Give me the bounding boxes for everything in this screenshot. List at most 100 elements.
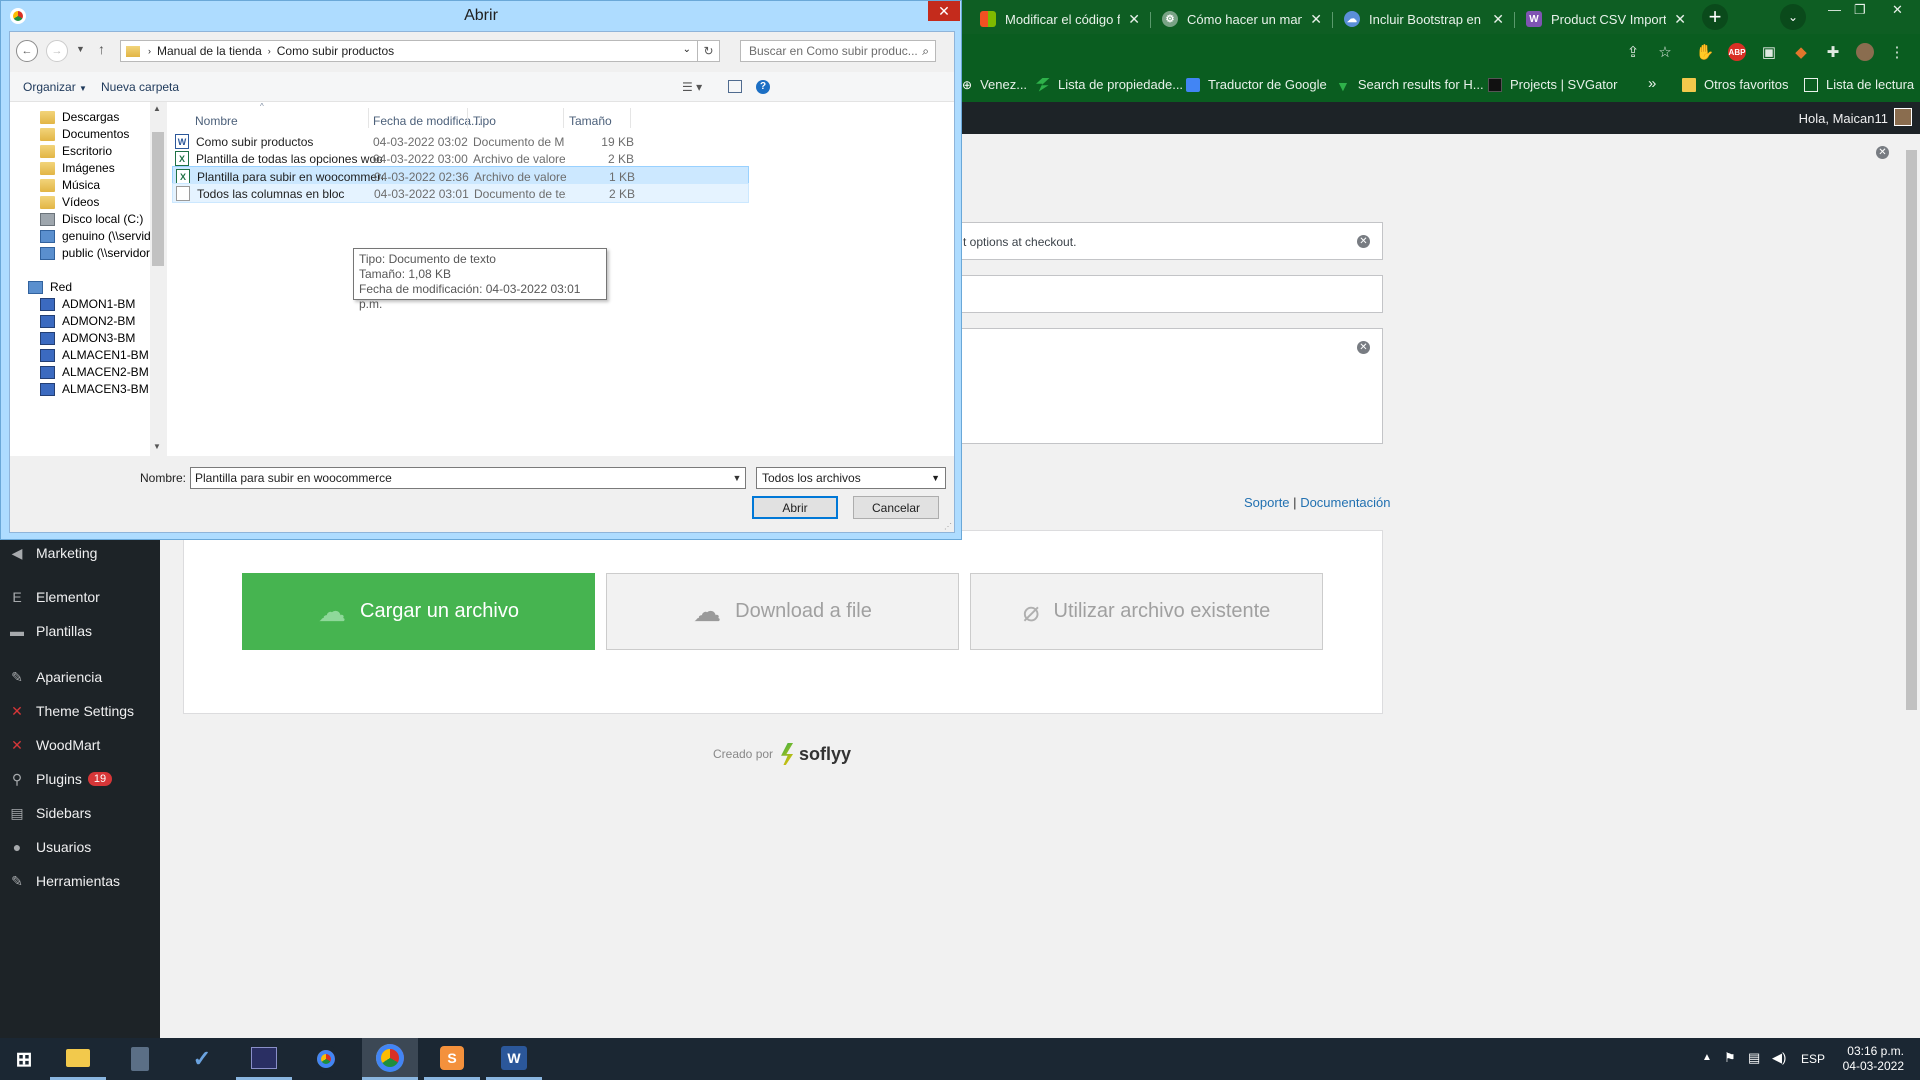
nav-tree-item[interactable]: public (\\servidor [40, 246, 150, 260]
flag-icon[interactable]: ⚑ [1724, 1050, 1736, 1066]
browser-tab[interactable]: Modificar el código fue ✕ [970, 4, 1150, 34]
admin-menu-item[interactable]: ✕ WoodMart [0, 728, 160, 762]
bookmark-item[interactable]: Lista de propiedade... [1036, 77, 1183, 92]
restore-icon[interactable]: ❐ [1854, 2, 1866, 18]
column-header-name[interactable]: Nombre [195, 114, 238, 128]
adblock-icon[interactable]: ABP [1728, 43, 1746, 61]
admin-menu-item[interactable]: ⚲ Plugins 19 [0, 762, 160, 796]
new-tab-button[interactable]: + [1702, 4, 1728, 30]
admin-menu-item[interactable]: ▬ Plantillas [0, 614, 160, 648]
extensions-puzzle-icon[interactable]: ✚ [1824, 43, 1842, 61]
close-tab-icon[interactable]: ✕ [1492, 11, 1504, 28]
admin-menu-item[interactable]: E Elementor [0, 580, 160, 614]
search-input[interactable]: Buscar en Como subir produc... ⌕ [740, 40, 936, 62]
taskbar-app[interactable] [298, 1038, 354, 1080]
column-divider[interactable] [368, 108, 369, 128]
taskbar-app[interactable] [362, 1038, 418, 1080]
start-button[interactable]: ⊞ [0, 1038, 48, 1080]
up-folder-icon[interactable]: ↑ [98, 41, 105, 57]
column-header-size[interactable]: Tamaño [569, 114, 612, 128]
taskbar-app[interactable] [112, 1038, 168, 1080]
nav-tree-item[interactable]: ADMON2-BM [40, 314, 135, 328]
breadcrumb[interactable]: Como subir productos [277, 44, 394, 58]
help-icon[interactable]: ? [756, 80, 770, 94]
filename-input[interactable]: Plantilla para subir en woocommerce [190, 467, 746, 489]
preview-pane-icon[interactable] [728, 80, 742, 93]
reading-list-button[interactable]: Lista de lectura [1804, 77, 1914, 92]
open-button[interactable]: Abrir [752, 496, 838, 519]
browser-tab[interactable]: ⚙ Cómo hacer un manual ✕ [1152, 4, 1332, 34]
browser-tab[interactable]: W Product CSV Importer ✕ [1516, 4, 1696, 34]
nav-tree-item[interactable]: Red [28, 280, 72, 294]
chevron-down-icon[interactable]: ⌄ [683, 44, 691, 55]
forward-button[interactable]: → [46, 40, 68, 62]
recent-locations-icon[interactable]: ▼ [76, 44, 85, 54]
breadcrumb[interactable]: Manual de la tienda [157, 44, 262, 58]
file-type-select[interactable]: Todos los archivos ▼ [756, 467, 946, 489]
address-bar[interactable]: › Manual de la tienda › Como subir produ… [120, 40, 698, 62]
bookmark-item[interactable]: Traductor de Google [1186, 77, 1327, 92]
admin-menu-item[interactable]: ✎ Herramientas [0, 864, 160, 898]
close-window-icon[interactable]: ✕ [1892, 2, 1903, 18]
profile-avatar[interactable] [1856, 43, 1874, 61]
nav-tree-item[interactable]: genuino (\\servid [40, 229, 151, 243]
nav-tree-item[interactable]: ADMON1-BM [40, 297, 135, 311]
admin-menu-item[interactable]: ✎ Apariencia [0, 660, 160, 694]
kebab-menu-icon[interactable]: ⋮ [1888, 43, 1906, 61]
nav-tree-item[interactable]: Documentos [40, 127, 129, 141]
bookmark-item[interactable]: ⊕ Venez... [962, 77, 1027, 92]
upload-file-button[interactable]: ☁ Cargar un archivo [242, 573, 595, 650]
more-bookmarks-icon[interactable]: » [1648, 75, 1656, 92]
nav-tree-item[interactable]: Escritorio [40, 144, 112, 158]
close-tab-icon[interactable]: ✕ [1310, 11, 1322, 28]
file-row[interactable]: Todos las columnas en bloc 04-03-2022 03:… [172, 183, 749, 203]
column-header-type[interactable]: Tipo [473, 114, 496, 128]
bookmark-item[interactable]: ▼ Search results for H... [1336, 77, 1484, 94]
user-greeting[interactable]: Hola, Maican11 [1799, 111, 1888, 126]
soflyy-logo[interactable]: soflyy [781, 743, 851, 765]
documentation-link[interactable]: Documentación [1300, 495, 1390, 510]
dismiss-notice-icon[interactable]: ✕ [1357, 235, 1370, 248]
language-indicator[interactable]: ESP [1801, 1052, 1825, 1066]
nav-tree-item[interactable]: Descargas [40, 110, 119, 124]
metamask-icon[interactable]: ◆ [1792, 43, 1810, 61]
admin-menu-item[interactable]: ▤ Sidebars [0, 796, 160, 830]
extension-car-icon[interactable]: ▣ [1760, 43, 1778, 61]
nav-tree-item[interactable]: ADMON3-BM [40, 331, 135, 345]
close-tab-icon[interactable]: ✕ [1674, 11, 1686, 28]
close-dialog-button[interactable]: ✕ [928, 1, 960, 21]
column-divider[interactable] [630, 108, 631, 128]
clock[interactable]: 03:16 p.m. 04-03-2022 [1843, 1044, 1904, 1074]
dismiss-notice-icon[interactable]: ✕ [1357, 341, 1370, 354]
taskbar-app[interactable]: W [486, 1038, 542, 1080]
bookmark-folder[interactable]: Otros favoritos [1682, 77, 1789, 92]
bookmark-star-icon[interactable]: ☆ [1656, 43, 1674, 61]
nav-tree-item[interactable]: ALMACEN1-BM [40, 348, 149, 362]
filename-dropdown-icon[interactable]: ▼ [728, 467, 746, 489]
admin-menu-item[interactable]: ● Usuarios [0, 830, 160, 864]
back-button[interactable]: ← [16, 40, 38, 62]
resize-grip-icon[interactable]: ⋰ [944, 522, 952, 531]
new-folder-button[interactable]: Nueva carpeta [101, 80, 179, 94]
navigation-scrollbar-thumb[interactable] [152, 132, 164, 266]
tab-search-button[interactable]: ⌄ [1780, 4, 1806, 30]
bookmark-item[interactable]: Projects | SVGator [1488, 77, 1617, 92]
taskbar-app[interactable] [50, 1038, 106, 1080]
use-existing-file-button[interactable]: ⌀ Utilizar archivo existente [970, 573, 1323, 650]
scroll-down-icon[interactable]: ▼ [153, 442, 161, 451]
page-scrollbar-thumb[interactable] [1906, 150, 1917, 710]
taskbar-app[interactable]: ✓ [174, 1038, 230, 1080]
share-icon[interactable]: ⇪ [1624, 43, 1642, 61]
close-tab-icon[interactable]: ✕ [1128, 11, 1140, 28]
admin-menu-item[interactable]: ◀ Marketing [0, 536, 160, 570]
view-options-icon[interactable]: ☰ ▾ [682, 80, 702, 94]
column-header-date[interactable]: Fecha de modifica... [373, 114, 481, 128]
dismiss-icon[interactable]: ✕ [1876, 146, 1889, 159]
refresh-button[interactable]: ↻ [698, 40, 720, 62]
column-divider[interactable] [563, 108, 564, 128]
nav-tree-item[interactable]: Imágenes [40, 161, 115, 175]
avatar[interactable] [1894, 108, 1912, 126]
show-hidden-icons[interactable]: ▲ [1702, 1052, 1712, 1063]
organize-button[interactable]: Organizar ▼ [23, 80, 87, 94]
taskbar-app[interactable] [236, 1038, 292, 1080]
